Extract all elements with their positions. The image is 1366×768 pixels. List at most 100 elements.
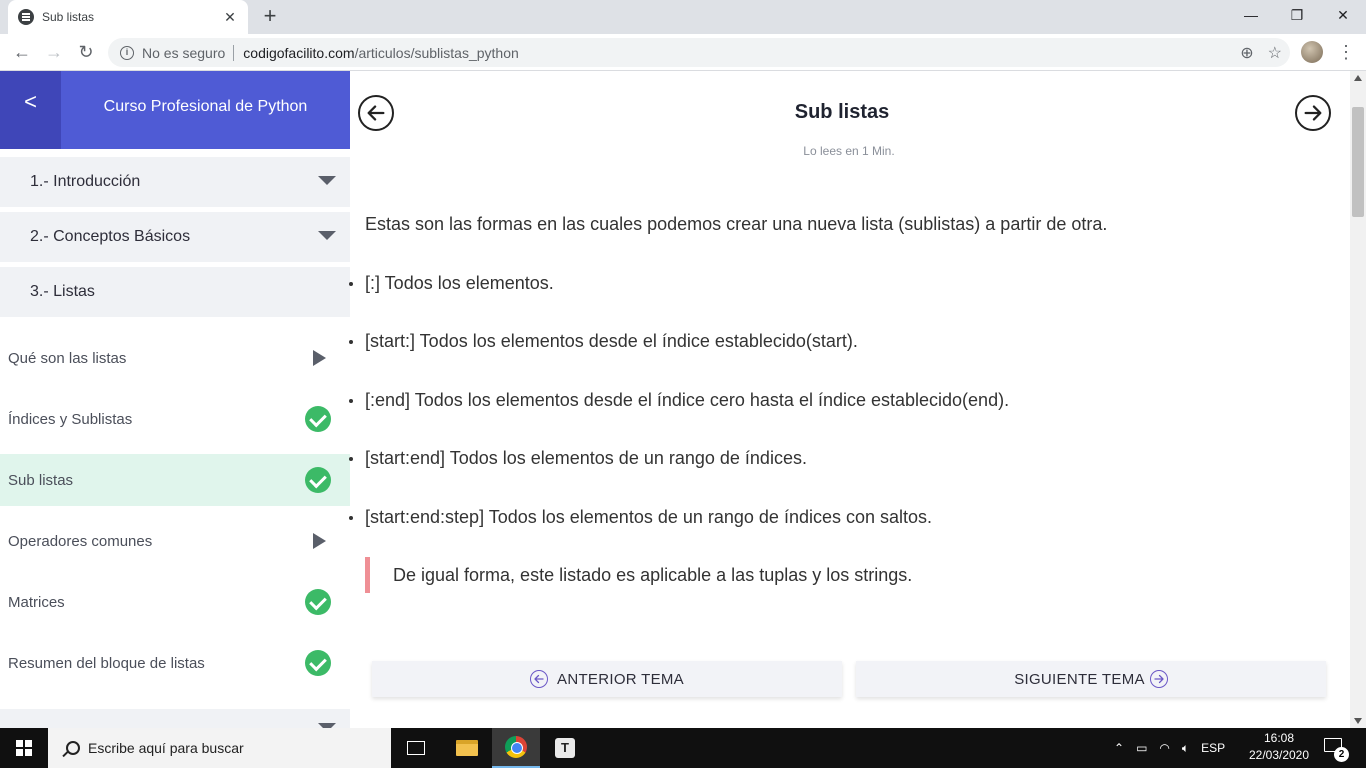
lesson-resumen-del-bloque-de-listas[interactable]: Resumen del bloque de listas: [0, 637, 350, 689]
intro-paragraph: Estas son las formas en las cuales podem…: [365, 214, 1108, 234]
read-time: Lo lees en 1 Min.: [803, 144, 895, 158]
new-tab-button[interactable]: +: [258, 4, 282, 28]
omnibox-divider: [233, 44, 235, 61]
restore-button[interactable]: ❐: [1274, 0, 1320, 30]
previous-topic-button[interactable]: ANTERIOR TEMA: [372, 661, 842, 697]
browser-tab[interactable]: Sub listas ✕: [8, 0, 248, 34]
arrow-left-circle-icon: [530, 670, 549, 688]
task-view-button[interactable]: [392, 728, 440, 768]
section-listas[interactable]: 3.- Listas: [0, 267, 350, 317]
lesson-que-son-las-listas[interactable]: Qué son las listas: [0, 332, 350, 384]
chevron-down-icon: [318, 176, 336, 185]
security-status: No es seguro: [142, 44, 226, 61]
article-content: Sub listas Lo lees en 1 Min. Estas son l…: [349, 71, 1350, 728]
arrow-right-circle-icon: [1149, 670, 1168, 688]
taskbar-search-placeholder: Escribe aquí para buscar: [88, 740, 244, 756]
codigofacilito-favicon-icon: [18, 9, 34, 25]
check-circle-icon: [305, 589, 331, 615]
lesson-label: Sub listas: [8, 471, 74, 489]
list-item: [start:end:step] Todos los elementos de …: [365, 507, 933, 527]
lesson-matrices[interactable]: Matrices: [0, 576, 350, 628]
blockquote: De igual forma, este listado es aplicabl…: [365, 557, 912, 593]
next-arrow-icon[interactable]: [1295, 95, 1331, 131]
windows-logo-icon: [16, 740, 32, 756]
language-indicator[interactable]: ESP: [1201, 741, 1225, 755]
course-title: Curso Profesional de Python: [103, 98, 308, 115]
lesson-label: Qué son las listas: [8, 349, 127, 367]
lesson-label: Matrices: [8, 593, 65, 611]
minimize-button[interactable]: —: [1228, 0, 1274, 30]
scroll-down-icon[interactable]: [1354, 718, 1362, 724]
scroll-thumb[interactable]: [1352, 107, 1364, 217]
wifi-icon[interactable]: ◠: [1159, 741, 1169, 755]
clock-date: 22/03/2020: [1248, 748, 1310, 762]
clock-time: 16:08: [1263, 731, 1295, 745]
back-arrow-icon[interactable]: ←: [10, 40, 34, 64]
scroll-up-icon[interactable]: [1354, 75, 1362, 81]
typora-taskbar-button[interactable]: T: [541, 728, 589, 768]
reload-icon[interactable]: ↻: [74, 40, 98, 64]
chevron-down-icon: [318, 231, 336, 240]
page-scrollbar[interactable]: [1350, 71, 1366, 728]
file-explorer-button[interactable]: [443, 728, 491, 768]
taskbar-search[interactable]: Escribe aquí para buscar: [48, 728, 391, 768]
windows-taskbar: Escribe aquí para buscar T ⌃ ▭ ◠ 🔈︎ ESP …: [0, 728, 1366, 768]
next-topic-label: SIGUIENTE TEMA: [1014, 670, 1145, 688]
chrome-icon: [505, 736, 527, 758]
browser-tab-strip: Sub listas ✕ + — ❐ ✕: [0, 0, 1366, 34]
previous-topic-label: ANTERIOR TEMA: [557, 670, 684, 688]
check-circle-icon: [305, 467, 331, 493]
battery-icon[interactable]: ▭: [1136, 741, 1147, 755]
play-icon: [313, 350, 326, 366]
course-sidebar: < Curso Profesional de Python 1.- Introd…: [0, 71, 350, 728]
volume-icon[interactable]: 🔈︎: [1182, 741, 1189, 756]
lesson-indices-y-sublistas[interactable]: Índices y Sublistas: [0, 393, 350, 445]
address-bar[interactable]: i No es seguro codigofacilito.com/articu…: [108, 38, 1290, 67]
omnibox-actions: ⊕ ☆: [1240, 38, 1282, 67]
profile-avatar[interactable]: [1301, 41, 1323, 63]
close-window-button[interactable]: ✕: [1320, 0, 1366, 30]
bookmark-star-icon[interactable]: ☆: [1268, 43, 1282, 63]
bullet: [349, 516, 353, 520]
browser-menu-icon[interactable]: ⋮: [1336, 40, 1356, 64]
section-introduccion[interactable]: 1.- Introducción: [0, 157, 350, 207]
sidebar-back-button[interactable]: <: [0, 71, 61, 149]
check-circle-icon: [305, 406, 331, 432]
chrome-taskbar-button[interactable]: [492, 728, 540, 768]
section-conceptos-basicos[interactable]: 2.- Conceptos Básicos: [0, 212, 350, 262]
forward-arrow-icon[interactable]: →: [42, 40, 66, 64]
start-button[interactable]: [0, 728, 48, 768]
list-item: [start:] Todos los elementos desde el ín…: [365, 331, 858, 351]
check-circle-icon: [305, 650, 331, 676]
tab-close-icon[interactable]: ✕: [222, 9, 238, 26]
notification-badge: 2: [1334, 747, 1349, 762]
folder-icon: [456, 740, 478, 756]
bullet: [349, 399, 353, 403]
task-view-icon: [407, 741, 425, 755]
search-icon: [66, 741, 80, 755]
section-label: 1.- Introducción: [30, 173, 141, 190]
page-title: Sub listas: [794, 101, 890, 123]
chevron-up-icon[interactable]: ⌃: [1114, 741, 1124, 755]
next-topic-button[interactable]: SIGUIENTE TEMA: [856, 661, 1326, 697]
typora-icon: T: [555, 738, 575, 758]
list-item: [:] Todos los elementos.: [365, 273, 554, 293]
bullet: [349, 457, 353, 461]
add-search-icon[interactable]: ⊕: [1240, 43, 1253, 63]
lesson-operadores-comunes[interactable]: Operadores comunes: [0, 515, 350, 567]
play-icon: [313, 533, 326, 549]
taskbar-clock[interactable]: 16:08 22/03/2020: [1248, 730, 1310, 764]
lesson-label: Resumen del bloque de listas: [8, 654, 205, 672]
bullet: [349, 340, 353, 344]
lesson-label: Índices y Sublistas: [8, 410, 133, 428]
bullet: [349, 282, 353, 286]
list-item: [:end] Todos los elementos desde el índi…: [365, 390, 1010, 410]
tab-title: Sub listas: [42, 10, 95, 24]
lesson-sub-listas[interactable]: Sub listas: [0, 454, 350, 506]
url-host: codigofacilito.com: [243, 44, 355, 61]
section-label: 2.- Conceptos Básicos: [30, 228, 191, 245]
sidebar-header: < Curso Profesional de Python: [0, 71, 350, 149]
section-label: 3.- Listas: [30, 283, 95, 300]
info-icon[interactable]: i: [120, 45, 134, 60]
section-next-collapsed[interactable]: [0, 709, 350, 728]
